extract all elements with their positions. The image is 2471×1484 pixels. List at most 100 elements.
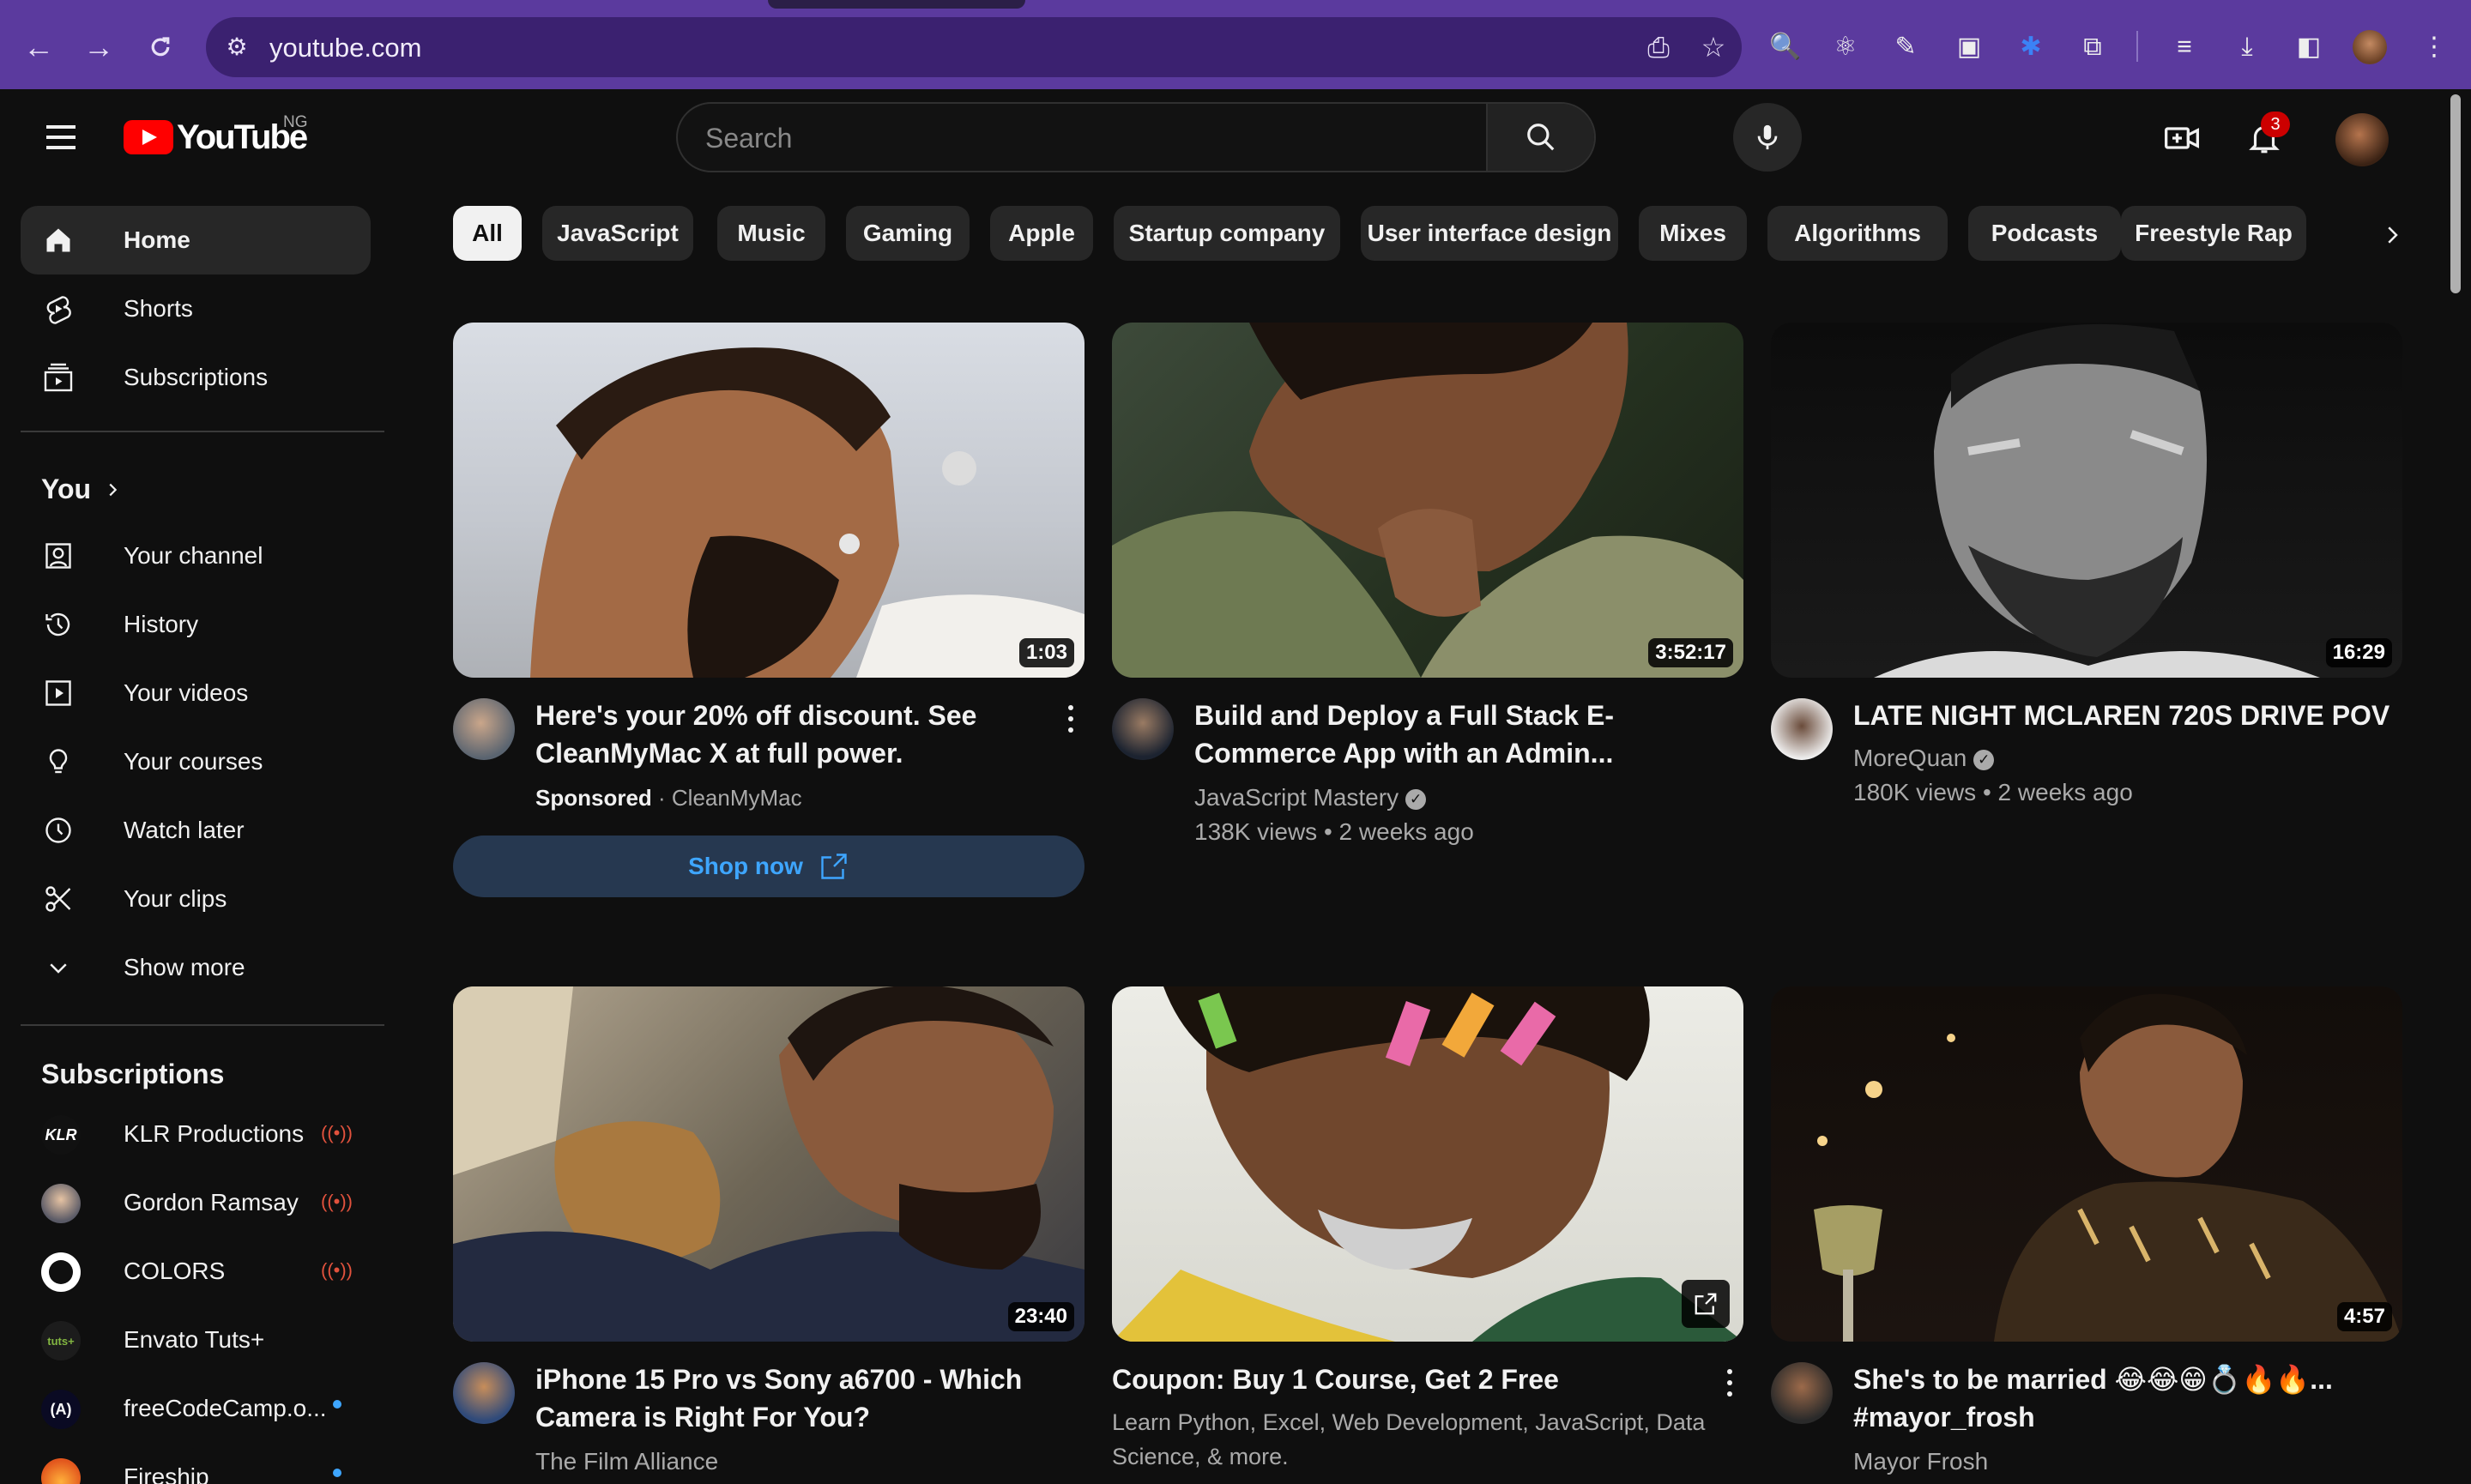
channel-name[interactable]: Mayor Frosh — [1853, 1445, 1988, 1479]
sidebar-item-your-videos[interactable]: Your videos — [21, 659, 371, 727]
video-thumbnail[interactable]: 4:57 — [1771, 986, 2402, 1342]
extension-eyedropper-icon[interactable]: ✎ — [1888, 29, 1924, 65]
address-bar[interactable]: ⚙ youtube.com ⎙ ☆ — [206, 17, 1742, 77]
video-title[interactable]: LATE NIGHT MCLAREN 720S DRIVE POV — [1853, 697, 2402, 734]
sidebar-item-subscriptions[interactable]: Subscriptions — [21, 343, 371, 412]
extension-react-icon[interactable]: ⚛ — [1828, 29, 1864, 65]
chevron-down-icon — [41, 950, 76, 985]
chip-podcasts[interactable]: Podcasts — [1968, 206, 2121, 261]
channel-name[interactable]: JavaScript Mastery ✓ — [1194, 781, 1427, 815]
video-thumbnail[interactable]: 3:52:17 — [1112, 323, 1743, 678]
side-panel-icon[interactable]: ◧ — [2291, 29, 2327, 65]
more-actions-icon[interactable] — [1062, 702, 1079, 736]
channel-avatar[interactable] — [1771, 1362, 1833, 1424]
video-thumbnail[interactable]: 16:29 — [1771, 323, 2402, 678]
video-title[interactable]: She's to be married 😂😂😁💍🔥🔥... #mayor_fro… — [1853, 1360, 2402, 1436]
back-icon[interactable]: ← — [17, 26, 60, 69]
page-scrollbar[interactable] — [2450, 94, 2461, 293]
search-button[interactable] — [1486, 104, 1594, 171]
video-title[interactable]: iPhone 15 Pro vs Sony a6700 - Which Came… — [535, 1360, 1067, 1436]
chip-all[interactable]: All — [453, 206, 522, 261]
chip-gaming[interactable]: Gaming — [846, 206, 970, 261]
chip-startup-company[interactable]: Startup company — [1114, 206, 1340, 261]
chip-user-interface-design[interactable]: User interface design — [1361, 206, 1618, 261]
clips-icon — [41, 882, 76, 916]
sidebar-sub-freecodecamp[interactable]: (A) freeCodeCamp.o... — [21, 1374, 371, 1443]
sidebar-item-your-clips[interactable]: Your clips — [21, 865, 371, 933]
search-icon — [1527, 124, 1555, 151]
search-input[interactable]: Search — [705, 123, 792, 154]
sidebar-sub-fireship[interactable]: Fireship — [21, 1443, 371, 1484]
video-title[interactable]: Coupon: Buy 1 Course, Get 2 Free — [1112, 1360, 1695, 1398]
chevron-right-icon — [2388, 226, 2398, 244]
microphone-icon — [1757, 124, 1778, 150]
more-actions-icon[interactable] — [1721, 1366, 1738, 1400]
media-queue-icon[interactable]: ≡ — [2166, 29, 2202, 65]
sidebar-sub-klr-productions[interactable]: KLR KLR Productions ((•)) — [21, 1100, 371, 1168]
extension-search-icon[interactable]: 🔍 — [1767, 29, 1803, 65]
sidebar-item-show-more[interactable]: Show more — [21, 933, 371, 1002]
video-title[interactable]: Build and Deploy a Full Stack E-Commerce… — [1194, 697, 1726, 772]
browser-menu-icon[interactable]: ⋮ — [2416, 29, 2452, 65]
chip-freestyle-rap[interactable]: Freestyle Rap — [2121, 206, 2306, 261]
sidebar-sub-colors[interactable]: COLORS ((•)) — [21, 1237, 371, 1306]
sidebar-item-watch-later[interactable]: Watch later — [21, 796, 371, 865]
browser-profile-avatar[interactable] — [2353, 30, 2387, 64]
video-meta: Sponsored · CleanMyMac — [535, 785, 802, 811]
video-title[interactable]: Here's your 20% off discount. See CleanM… — [535, 697, 1067, 772]
channel-avatar[interactable] — [1112, 698, 1174, 760]
external-link-icon[interactable] — [1682, 1280, 1730, 1328]
sidebar-item-your-courses[interactable]: Your courses — [21, 727, 371, 796]
shop-now-button[interactable]: Shop now — [453, 836, 1084, 897]
sidebar-sub-gordon-ramsay[interactable]: Gordon Ramsay ((•)) — [21, 1168, 371, 1237]
channel-name[interactable]: The Film Alliance — [535, 1445, 718, 1479]
sidebar-item-shorts[interactable]: Shorts — [21, 274, 371, 343]
sidebar-item-your-channel[interactable]: Your channel — [21, 522, 371, 590]
voice-search-button[interactable] — [1733, 103, 1802, 172]
channel-avatar[interactable] — [1771, 698, 1833, 760]
bookmark-star-icon[interactable]: ☆ — [1695, 29, 1731, 65]
site-settings-icon[interactable]: ⚙ — [221, 32, 252, 63]
channel-avatar — [41, 1458, 81, 1484]
channel-avatar[interactable] — [453, 698, 515, 760]
courses-icon — [41, 745, 76, 779]
video-thumbnail[interactable]: 23:40 — [453, 986, 1084, 1342]
sidebar-subscriptions-heading: Subscriptions — [41, 1059, 225, 1089]
sidebar-you-section[interactable]: You — [41, 474, 122, 505]
sidebar-item-history[interactable]: History — [21, 590, 371, 659]
sidebar-sub-envato-tuts[interactable]: tuts+ Envato Tuts+ — [21, 1306, 371, 1374]
chip-javascript[interactable]: JavaScript — [542, 206, 693, 261]
extensions-menu-icon[interactable]: ⧉ — [2075, 29, 2111, 65]
video-thumbnail[interactable]: 1:03 — [453, 323, 1084, 678]
region-code: NG — [283, 113, 308, 131]
install-app-icon[interactable]: ⎙ — [1640, 29, 1677, 65]
extension-puzzle-blue-icon[interactable]: ✱ — [2013, 29, 2049, 65]
sidebar-item-home[interactable]: Home — [21, 206, 371, 274]
search-box[interactable]: Search — [676, 102, 1596, 172]
history-icon — [41, 607, 76, 642]
new-content-dot — [333, 1400, 341, 1409]
sidebar-divider — [21, 431, 384, 432]
youtube-logo[interactable]: YouTube NG — [124, 113, 308, 156]
reload-icon[interactable] — [139, 26, 182, 69]
channel-name[interactable]: MoreQuan ✓ — [1853, 741, 1995, 775]
chips-next-button[interactable] — [2368, 211, 2416, 259]
create-video-icon[interactable] — [2160, 117, 2203, 160]
chip-apple[interactable]: Apple — [990, 206, 1093, 261]
sidebar-item-label: Fireship — [124, 1463, 209, 1484]
watch-later-icon — [41, 813, 76, 848]
forward-icon[interactable]: → — [77, 26, 120, 69]
url-text[interactable]: youtube.com — [269, 33, 422, 63]
chip-music[interactable]: Music — [717, 206, 825, 261]
channel-avatar: KLR — [41, 1115, 81, 1155]
downloads-icon[interactable]: ⤓ — [2229, 29, 2265, 65]
extension-window-icon[interactable]: ▣ — [1951, 29, 1987, 65]
chip-mixes[interactable]: Mixes — [1639, 206, 1747, 261]
active-tab-edge[interactable] — [768, 0, 1025, 9]
video-thumbnail[interactable] — [1112, 986, 1743, 1342]
account-avatar[interactable] — [2335, 113, 2389, 166]
chip-algorithms[interactable]: Algorithms — [1767, 206, 1948, 261]
channel-avatar[interactable] — [453, 1362, 515, 1424]
channel-name[interactable]: CleanMyMac — [672, 785, 802, 811]
menu-icon[interactable] — [43, 120, 77, 154]
